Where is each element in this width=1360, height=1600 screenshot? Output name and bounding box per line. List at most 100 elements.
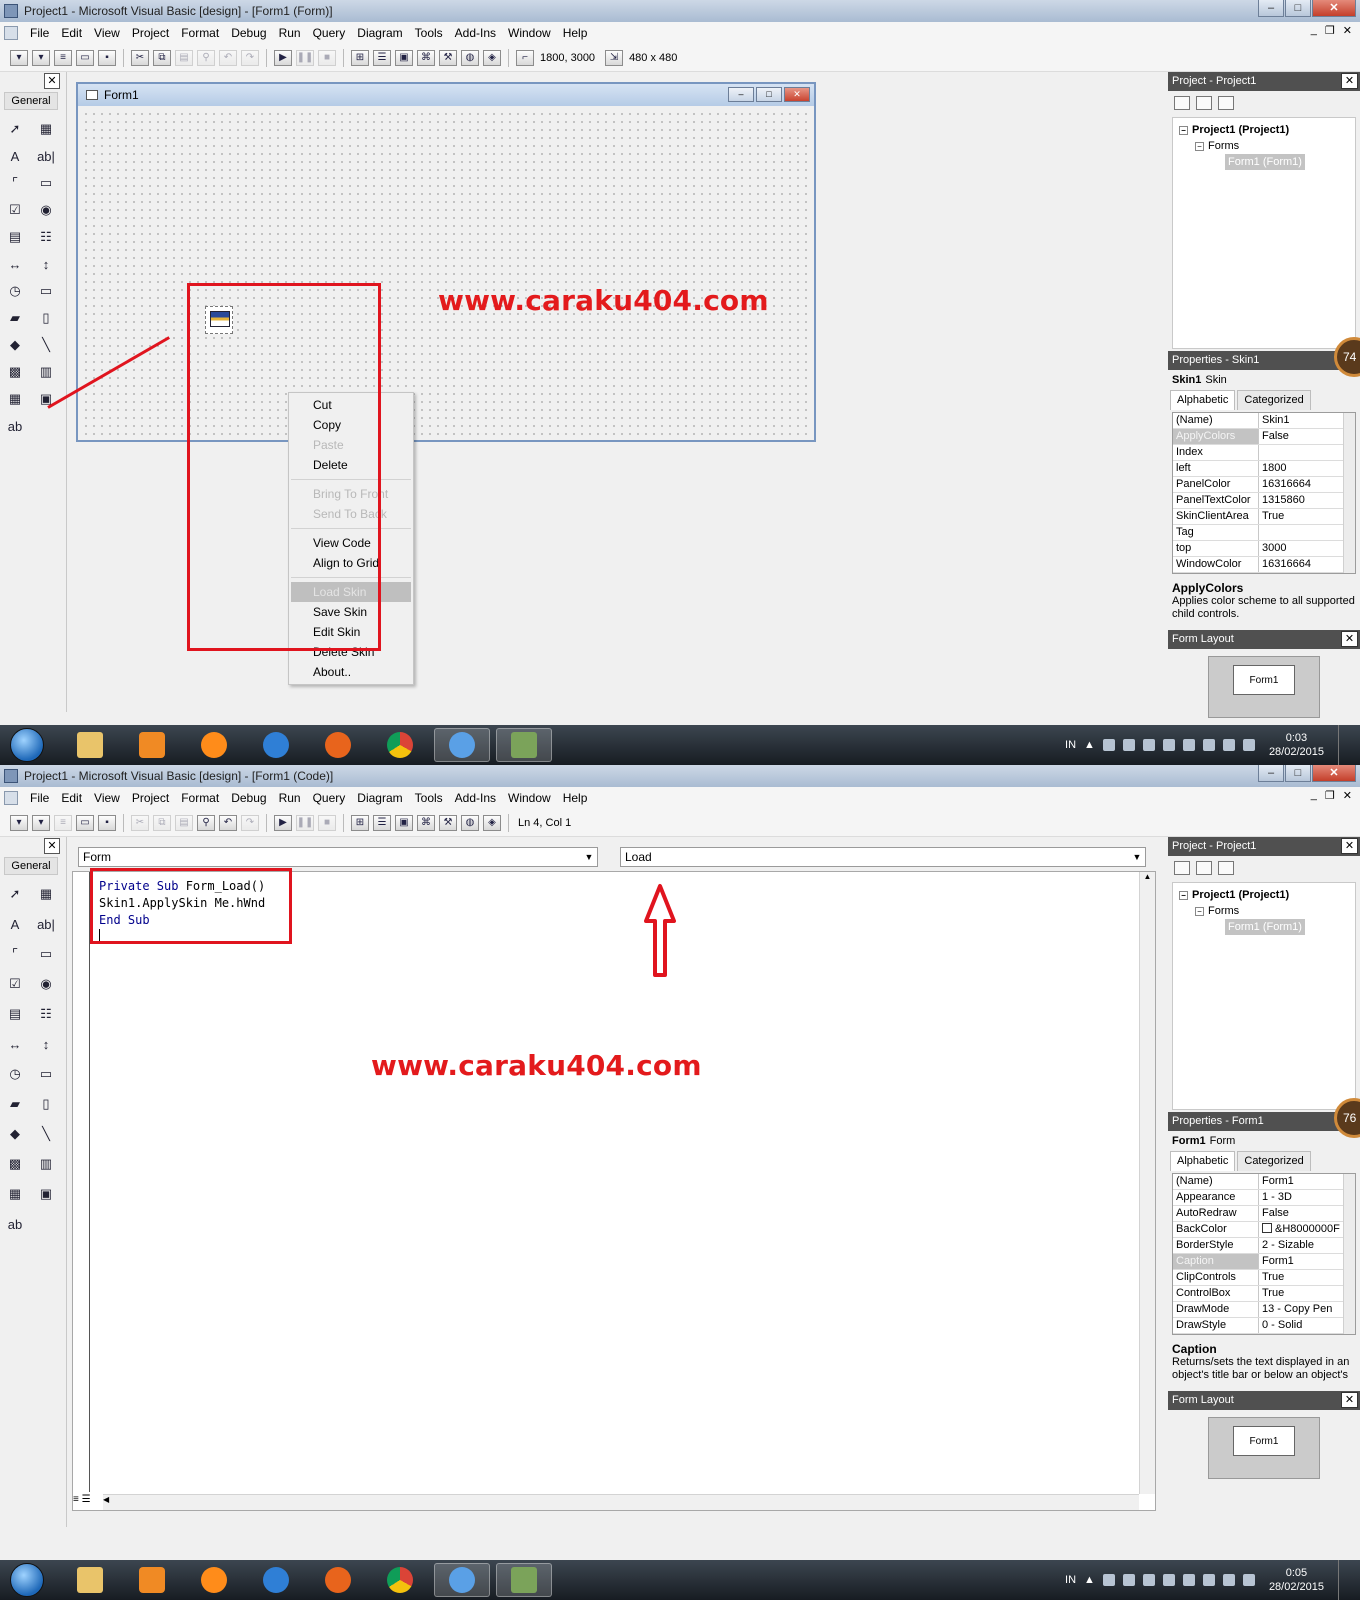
dirlist-tool-icon[interactable]: ▰ — [3, 1093, 27, 1115]
property-row[interactable]: ControlBox True — [1173, 1286, 1355, 1302]
tray-app-icon[interactable] — [1162, 739, 1175, 751]
property-value[interactable]: False — [1259, 429, 1355, 444]
battery-icon[interactable] — [1202, 1574, 1215, 1586]
menu-query[interactable]: Query — [307, 791, 352, 805]
menu-format[interactable]: Format — [175, 791, 225, 805]
textbox-tool-icon[interactable]: ab| — [34, 913, 58, 935]
undo-icon[interactable]: ↶ — [219, 49, 237, 66]
menu-editor-icon[interactable]: ≡ — [54, 49, 72, 66]
frame-tool-icon[interactable]: ⌜ — [3, 943, 27, 965]
battery-icon[interactable] — [1202, 739, 1215, 751]
property-row[interactable]: (Name) Skin1 — [1173, 413, 1355, 429]
data-view-icon[interactable]: ◍ — [461, 814, 479, 831]
project-explorer-icon[interactable]: ⊞ — [351, 814, 369, 831]
menu-diagram[interactable]: Diagram — [351, 791, 408, 805]
procedure-combo[interactable]: Load ▼ — [620, 847, 1146, 867]
cut-icon[interactable]: ✂ — [131, 814, 149, 831]
menu-item-delete-skin[interactable]: Delete Skin — [289, 642, 413, 662]
properties-window-icon[interactable]: ☰ — [373, 814, 391, 831]
mdi-restore-button[interactable]: ❐ — [1325, 789, 1335, 802]
tray-app-icon[interactable] — [1102, 739, 1115, 751]
layout-form1[interactable]: Form1 — [1233, 665, 1295, 695]
object-selector[interactable]: Skin1 Skin — [1168, 370, 1360, 390]
project-explorer-close-button[interactable]: ✕ — [1341, 73, 1358, 89]
swirl-app-taskbar-icon[interactable] — [434, 728, 490, 762]
property-scrollbar[interactable] — [1343, 413, 1355, 573]
menu-diagram[interactable]: Diagram — [351, 26, 408, 40]
toggle-folders-icon[interactable] — [1218, 861, 1234, 875]
show-desktop-button[interactable] — [1338, 725, 1346, 765]
find-icon[interactable]: ⚲ — [197, 814, 215, 831]
break-icon[interactable]: ❚❚ — [296, 814, 314, 831]
open-project-icon[interactable]: ▭ — [76, 814, 94, 831]
toolbox-icon[interactable]: ⚒ — [439, 814, 457, 831]
pointer-tool-icon[interactable]: ➚ — [3, 118, 27, 140]
chevron-down-icon[interactable]: ▼ — [1129, 848, 1145, 866]
signal-icon[interactable] — [1222, 1574, 1235, 1586]
component-manager-icon[interactable]: ◈ — [483, 814, 501, 831]
menu-item-view-code[interactable]: View Code — [289, 533, 413, 553]
property-row[interactable]: AutoRedraw False — [1173, 1206, 1355, 1222]
property-row[interactable]: DrawStyle 0 - Solid — [1173, 1318, 1355, 1334]
mdi-close-button[interactable]: ✕ — [1343, 24, 1352, 37]
shape-tool-icon[interactable]: ◆ — [3, 334, 27, 356]
filelist-tool-icon[interactable]: ▯ — [34, 307, 58, 329]
form-layout-close-button[interactable]: ✕ — [1341, 1392, 1358, 1408]
drivelist-tool-icon[interactable]: ▭ — [34, 1063, 58, 1085]
menu-run[interactable]: Run — [273, 791, 307, 805]
menu-debug[interactable]: Debug — [225, 791, 272, 805]
tray-expand-icon[interactable]: ▲ — [1084, 739, 1095, 751]
flag-icon[interactable] — [1182, 739, 1195, 751]
textbox-tool-icon[interactable]: ab| — [34, 145, 58, 167]
taskbar-clock[interactable]: 0:03 28/02/2015 — [1269, 731, 1324, 759]
tree-node-forms[interactable]: − Forms — [1179, 903, 1349, 919]
label-tool-icon[interactable]: A — [3, 145, 27, 167]
picturebox-tool-icon[interactable]: ▦ — [34, 883, 58, 905]
menu-item-copy[interactable]: Copy — [289, 415, 413, 435]
checkbox-tool-icon[interactable]: ☑ — [3, 199, 27, 221]
properties-window-icon[interactable]: ☰ — [373, 49, 391, 66]
start-icon[interactable]: ▶ — [274, 49, 292, 66]
menu-help[interactable]: Help — [557, 26, 594, 40]
line-tool-icon[interactable]: ╲ — [34, 1123, 58, 1145]
property-row[interactable]: (Name) Form1 — [1173, 1174, 1355, 1190]
tray-expand-icon[interactable]: ▲ — [1084, 1574, 1095, 1586]
property-value[interactable]: True — [1259, 1270, 1355, 1285]
line-tool-icon[interactable]: ╲ — [34, 334, 58, 356]
ole-tool-icon[interactable]: ▦ — [3, 388, 27, 410]
mdi-restore-button[interactable]: ❐ — [1325, 24, 1335, 37]
form-grid-surface[interactable] — [82, 110, 810, 436]
property-value[interactable]: 2 - Sizable — [1259, 1238, 1355, 1253]
property-row[interactable]: BackColor &H8000000F — [1173, 1222, 1355, 1238]
vertical-scrollbar[interactable]: ▲ — [1139, 872, 1155, 1494]
open-project-icon[interactable]: ▭ — [76, 49, 94, 66]
tray-app-icon[interactable] — [1142, 739, 1155, 751]
property-value[interactable]: &H8000000F — [1259, 1222, 1355, 1237]
paste-icon[interactable]: ▤ — [175, 49, 193, 66]
menu-edit[interactable]: Edit — [55, 791, 88, 805]
property-row[interactable]: Appearance 1 - 3D — [1173, 1190, 1355, 1206]
explorer-taskbar-icon[interactable] — [62, 728, 118, 762]
menu-help[interactable]: Help — [557, 791, 594, 805]
frame-tool-icon[interactable]: ⌜ — [3, 172, 27, 194]
menu-query[interactable]: Query — [307, 26, 352, 40]
code-editor[interactable]: Private Sub Form_Load() Skin1.ApplySkin M… — [72, 871, 1156, 1511]
layout-form1[interactable]: Form1 — [1233, 1426, 1295, 1456]
skin-tool-icon[interactable]: ▣ — [34, 1183, 58, 1205]
show-desktop-button[interactable] — [1338, 1560, 1346, 1600]
form-layout-icon[interactable]: ▣ — [395, 49, 413, 66]
view-object-icon[interactable] — [1196, 861, 1212, 875]
tree-node-forms[interactable]: − Forms — [1179, 138, 1349, 154]
component-manager-icon[interactable]: ◈ — [483, 49, 501, 66]
minimize-button[interactable]: – — [1258, 765, 1284, 782]
object-selector[interactable]: Form1 Form — [1168, 1131, 1360, 1151]
timer-tool-icon[interactable]: ◷ — [3, 1063, 27, 1085]
menu-add-ins[interactable]: Add-Ins — [449, 791, 502, 805]
form-layout-close-button[interactable]: ✕ — [1341, 631, 1358, 647]
skin-control-icon[interactable] — [205, 306, 233, 334]
tray-app-icon[interactable] — [1142, 1574, 1155, 1586]
picturebox-tool-icon[interactable]: ▦ — [34, 118, 58, 140]
property-value[interactable]: 1 - 3D — [1259, 1190, 1355, 1205]
end-icon[interactable]: ■ — [318, 49, 336, 66]
menu-file[interactable]: File — [24, 26, 55, 40]
